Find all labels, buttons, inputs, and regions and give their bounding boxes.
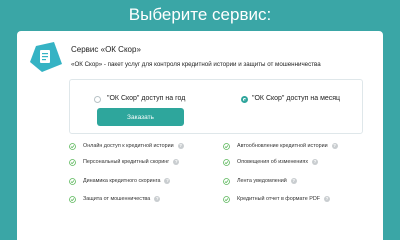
feature-label: Кредитный отчет в формате PDF — [237, 196, 321, 202]
order-button[interactable]: Заказать — [97, 108, 184, 126]
option-year-label[interactable]: "ОК Скор" доступ на год — [107, 95, 185, 102]
feature-label: Автообновление кредитной истории — [237, 143, 328, 149]
check-icon — [69, 177, 76, 185]
check-icon — [223, 158, 230, 166]
feature-label: Лента уведомлений — [237, 178, 287, 184]
service-description: «ОК Скор» - пакет услуг для контроля кре… — [71, 61, 321, 68]
help-icon[interactable]: ? — [331, 143, 338, 149]
feature-label: Персональный кредитный скоринг — [83, 159, 170, 165]
feature-item: Автообновление кредитной истории ? — [223, 141, 338, 151]
plan-options: "ОК Скор" доступ на год "ОК Скор" доступ… — [69, 79, 363, 134]
feature-label: Динамика кредитного скоринга — [83, 178, 161, 184]
help-icon[interactable]: ? — [290, 178, 297, 184]
feature-label: Онлайн доступ к кредитной истории — [83, 143, 174, 149]
help-icon[interactable]: ? — [154, 196, 161, 202]
help-icon[interactable]: ? — [312, 159, 319, 165]
page-title: Выберите сервис: — [128, 5, 272, 24]
feature-item: Кредитный отчет в формате PDF ? — [223, 194, 331, 204]
help-icon[interactable]: ? — [164, 178, 171, 184]
feature-label: Оповещения об изменениях — [237, 159, 309, 165]
help-icon[interactable]: ? — [173, 159, 180, 165]
option-month-radio[interactable] — [241, 96, 248, 103]
service-logo-icon — [30, 42, 62, 72]
check-icon — [223, 195, 230, 203]
help-icon[interactable]: ? — [324, 196, 331, 202]
service-title: Сервис «ОК Скор» — [71, 45, 141, 54]
option-year-radio[interactable] — [94, 96, 101, 103]
option-month-label[interactable]: "ОК Скор" доступ на месяц — [252, 95, 340, 102]
feature-item: Защита от мошенничества ? — [69, 194, 161, 204]
feature-item: Персональный кредитный скоринг ? — [69, 157, 180, 167]
feature-item: Лента уведомлений ? — [223, 176, 297, 186]
feature-item: Онлайн доступ к кредитной истории ? — [69, 141, 184, 151]
check-icon — [69, 158, 76, 166]
check-icon — [69, 195, 76, 203]
help-icon[interactable]: ? — [177, 143, 184, 149]
service-card: Сервис «ОК Скор» «ОК Скор» - пакет услуг… — [17, 31, 383, 240]
feature-label: Защита от мошенничества — [83, 196, 151, 202]
feature-item: Оповещения об изменениях ? — [223, 157, 319, 167]
check-icon — [223, 177, 230, 185]
check-icon — [69, 142, 76, 150]
check-icon — [223, 142, 230, 150]
feature-item: Динамика кредитного скоринга ? — [69, 176, 171, 186]
